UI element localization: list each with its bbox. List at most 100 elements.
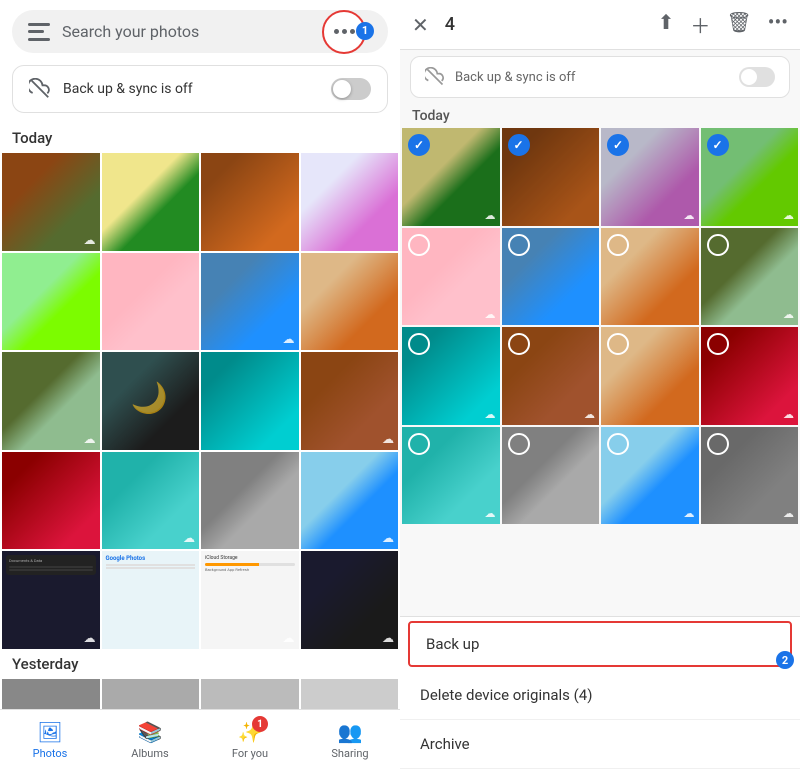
nav-item-albums[interactable]: 📚 Albums <box>100 710 200 769</box>
select-circle <box>607 234 629 256</box>
photo-cell[interactable]: Documents & Data ☁ <box>2 551 100 649</box>
photo-cell[interactable]: ☁ <box>201 253 299 351</box>
hamburger-icon[interactable] <box>28 23 50 41</box>
right-photo-cell[interactable]: ☁ <box>701 427 799 525</box>
select-circle <box>707 134 729 156</box>
photo-cell[interactable] <box>201 153 299 251</box>
search-bar: Search your photos 1 <box>12 10 388 53</box>
photos-label: Photos <box>33 747 68 760</box>
right-panel: ✕ 4 ⬆ ＋ 🗑 ••• Back up & sync is off Toda… <box>400 0 800 769</box>
today-label: Today <box>0 123 400 153</box>
photo-cell[interactable]: iCloud Storage Background App Refresh ☁ <box>201 551 299 649</box>
right-photo-cell[interactable]: ☁ <box>402 228 500 326</box>
sync-off-icon: ☁ <box>382 432 394 446</box>
photo-cell[interactable]: ☁ <box>301 352 399 450</box>
delete-originals-action[interactable]: Delete device originals (4) <box>400 671 800 720</box>
photo-cell[interactable] <box>2 253 100 351</box>
right-photo-cell[interactable]: ☁ <box>402 327 500 425</box>
photo-cell[interactable] <box>201 452 299 550</box>
select-circle <box>408 134 430 156</box>
sync-off-icon: ☁ <box>485 408 496 421</box>
right-photo-cell[interactable]: ☁ <box>701 128 799 226</box>
select-circle <box>408 433 430 455</box>
delete-icon[interactable]: 🗑 <box>726 10 751 39</box>
sync-off-icon: ☁ <box>783 209 794 222</box>
right-today-label: Today <box>400 104 800 128</box>
right-photo-cell[interactable] <box>601 327 699 425</box>
photo-cell[interactable] <box>102 679 200 710</box>
right-photo-cell[interactable]: ☁ <box>601 427 699 525</box>
right-photo-cell[interactable] <box>601 228 699 326</box>
sync-off-icon: ☁ <box>84 631 96 645</box>
select-circle <box>408 333 430 355</box>
archive-action[interactable]: Archive <box>400 720 800 769</box>
photo-cell[interactable] <box>301 153 399 251</box>
sync-off-icon: ☁ <box>183 531 195 545</box>
sync-off-icon: ☁ <box>382 531 394 545</box>
select-circle <box>607 333 629 355</box>
photo-scroll-area[interactable]: Today ☁ ☁ <box>0 123 400 709</box>
add-icon[interactable]: ＋ <box>690 10 710 39</box>
photo-cell[interactable]: 🌙 <box>102 352 200 450</box>
right-photo-cell[interactable]: ☁ <box>402 128 500 226</box>
photo-cell[interactable] <box>301 253 399 351</box>
photo-cell[interactable] <box>2 452 100 550</box>
right-photo-cell[interactable]: ☁ <box>402 427 500 525</box>
sync-off-icon: ☁ <box>485 507 496 520</box>
photo-cell[interactable] <box>102 153 200 251</box>
sync-off-icon: ☁ <box>84 432 96 446</box>
more-icon[interactable]: ••• <box>768 10 788 39</box>
sync-off-icon: ☁ <box>84 233 96 247</box>
right-backup-bar: Back up & sync is off <box>410 56 790 98</box>
sync-off-icon: ☁ <box>283 631 295 645</box>
backup-label: Back up & sync is off <box>63 81 319 97</box>
backup-bar: Back up & sync is off <box>12 65 388 113</box>
sync-off-icon: ☁ <box>584 408 595 421</box>
photo-cell[interactable] <box>102 253 200 351</box>
sync-off-icon: ☁ <box>783 507 794 520</box>
select-circle <box>508 234 530 256</box>
close-button[interactable]: ✕ <box>412 13 429 37</box>
photo-cell[interactable]: Google Photos <box>102 551 200 649</box>
select-circle <box>508 433 530 455</box>
share-icon[interactable]: ⬆ <box>658 10 675 39</box>
right-photo-scroll[interactable]: ☁ ☁ ☁ ☁ <box>400 128 800 524</box>
header-actions: ⬆ ＋ 🗑 ••• <box>658 10 788 39</box>
nav-item-for-you[interactable]: ✨ For you 1 <box>200 710 300 769</box>
backup-toggle-right <box>739 67 775 87</box>
photo-cell[interactable] <box>301 679 399 710</box>
photo-cell[interactable]: ☁ <box>2 352 100 450</box>
sharing-label: Sharing <box>331 747 368 760</box>
photo-grid-today: ☁ ☁ <box>0 153 400 649</box>
photo-cell[interactable]: ☁ <box>102 452 200 550</box>
right-photo-cell[interactable] <box>502 427 600 525</box>
select-circle <box>707 433 729 455</box>
backup-action-container: Back up 2 <box>400 621 800 667</box>
sync-off-icon: ☁ <box>684 209 695 222</box>
albums-label: Albums <box>131 747 168 760</box>
right-photo-cell[interactable] <box>502 128 600 226</box>
backup-action[interactable]: Back up <box>408 621 792 667</box>
right-photo-cell[interactable]: ☁ <box>701 327 799 425</box>
right-photo-cell[interactable]: ☁ <box>502 327 600 425</box>
backup-toggle[interactable] <box>331 78 371 100</box>
cloud-off-icon-right <box>425 67 445 87</box>
photo-cell[interactable]: ☁ <box>301 452 399 550</box>
sync-off-icon: ☁ <box>485 209 496 222</box>
photo-cell[interactable] <box>201 352 299 450</box>
photo-cell[interactable]: ☁ <box>2 153 100 251</box>
right-photo-cell[interactable]: ☁ <box>601 128 699 226</box>
for-you-label: For you <box>232 747 268 760</box>
photo-cell[interactable] <box>2 679 100 710</box>
sync-off-icon: ☁ <box>283 332 295 346</box>
photos-icon: 🖼 <box>37 720 62 744</box>
nav-item-sharing[interactable]: 👥 Sharing <box>300 710 400 769</box>
right-photo-cell[interactable] <box>502 228 600 326</box>
sync-off-icon: ☁ <box>783 308 794 321</box>
photo-cell[interactable] <box>201 679 299 710</box>
photo-cell[interactable]: ☁ <box>301 551 399 649</box>
sharing-icon: 👥 <box>338 720 363 744</box>
right-photo-cell[interactable]: ☁ <box>701 228 799 326</box>
nav-item-photos[interactable]: 🖼 Photos <box>0 710 100 769</box>
three-dots-badge: 1 <box>356 22 374 40</box>
